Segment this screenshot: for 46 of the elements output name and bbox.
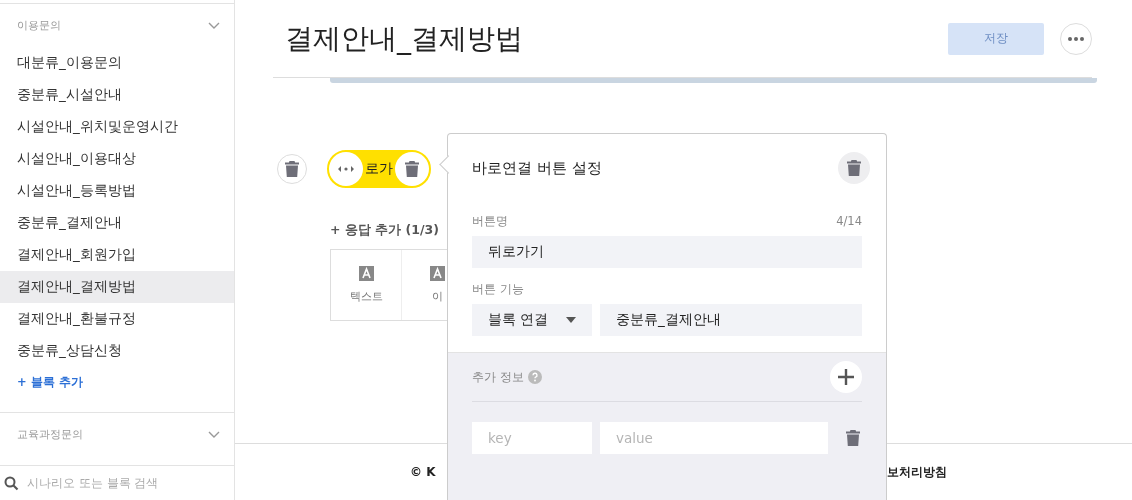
more-icon [1068, 36, 1084, 41]
target-block-field[interactable]: 중분류_결제안내 [600, 304, 862, 336]
privacy-link[interactable]: 보처리방침 [887, 463, 947, 481]
field-label: 버튼 기능 [472, 282, 524, 297]
section-label: 추가 정보 [472, 369, 524, 385]
sidebar-item[interactable]: 중분류_시설안내 [0, 79, 234, 111]
add-button[interactable] [830, 361, 862, 393]
block-title: 결제안내_결제방법 [284, 20, 524, 57]
add-block-link[interactable]: + 블록 추가 [17, 375, 83, 390]
popover-title: 바로연결 버튼 설정 [472, 158, 602, 178]
quick-reply-chip[interactable]: 로가 [327, 150, 431, 188]
search-icon [4, 475, 19, 491]
input-field[interactable]: 뒤로가기 [472, 236, 862, 268]
value-field[interactable]: value [600, 422, 828, 454]
text-type-icon [358, 266, 374, 281]
sidebar-item[interactable]: 시설안내_이용대상 [0, 143, 234, 175]
char-count: 4/14 [836, 214, 862, 229]
function-dropdown[interactable]: 블록 연결 [472, 304, 592, 336]
key-field[interactable]: key [472, 422, 592, 454]
search-field[interactable]: 시나리오 또는 블록 검색 [27, 476, 227, 490]
text-type-icon [429, 266, 445, 281]
chevron-icon [208, 430, 220, 439]
trash-icon [285, 161, 299, 177]
sidebar-item[interactable]: 시설안내_위치및운영시간 [0, 111, 234, 143]
sidebar-item[interactable]: 중분류_결제안내 [0, 207, 234, 239]
sidebar-item[interactable]: 시설안내_등록방법 [0, 175, 234, 207]
more-button[interactable] [1060, 22, 1092, 55]
drag-handle-icon [338, 165, 354, 173]
sidebar-item[interactable]: 대분류_이용문의 [0, 47, 234, 79]
delete-button[interactable] [838, 152, 870, 184]
trash-icon [847, 160, 861, 176]
trash-icon [846, 430, 860, 446]
field-label: 버튼명 [472, 214, 508, 229]
caret-icon [566, 317, 576, 323]
copyright-text: © K [410, 465, 436, 479]
delete-button[interactable] [277, 154, 307, 184]
response-type-option[interactable]: 텍스트 [331, 250, 402, 320]
plus-icon [838, 369, 854, 385]
chip-label: 로가 [365, 160, 393, 178]
sidebar-item[interactable]: 결제안내_환불규정 [0, 303, 234, 335]
sidebar-item[interactable]: 결제안내_회원가입 [0, 239, 234, 271]
trash-icon [405, 161, 419, 177]
sidebar-item[interactable]: 중분류_상담신청 [0, 335, 234, 367]
add-response-link[interactable]: + 응답 추가 (1/3) [330, 222, 439, 237]
sidebar-item[interactable]: 결제안내_결제방법 [0, 271, 234, 303]
chevron-icon [208, 21, 220, 30]
